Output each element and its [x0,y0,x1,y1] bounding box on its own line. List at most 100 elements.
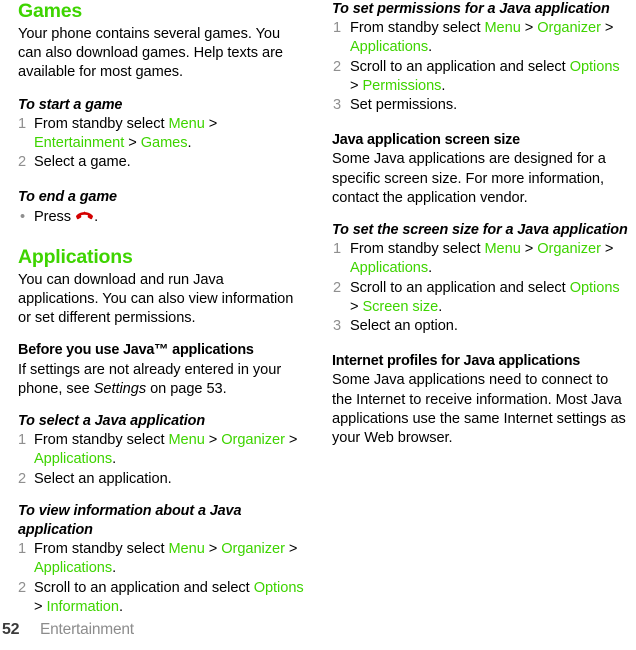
internet-profiles-paragraph: Some Java applications need to connect t… [332,372,626,447]
subheading-before-you-use-java: Before you use Java™ applications [18,342,254,359]
steps-end-game: • Press . [18,208,306,227]
step-text: > [350,298,363,315]
step-text: . [428,39,433,56]
list-item: 2 Scroll to an application and select Opt… [332,58,630,96]
step-text: . [112,451,117,468]
before-java-text-after: on page 53. [146,380,227,397]
step-number: 1 [18,432,27,449]
task-heading-set-screen-size: To set the screen size for a Java applic… [332,222,628,239]
step-text: Select an application. [34,470,172,487]
step-text: > [520,241,538,258]
step-text: From standby select [34,115,169,132]
steps-view-java-info: 1 From standby select Menu > Organizer > … [18,540,306,617]
menu-path-item: Options [569,58,620,75]
step-number: 1 [333,241,342,258]
step-text: . [441,77,446,94]
step-text: > [600,241,614,258]
step-text: . [118,598,123,615]
step-number: 2 [18,154,27,171]
before-java-paragraph: If settings are not already entered in y… [18,361,306,399]
left-column: Games Your phone contains several games.… [0,0,318,617]
list-item: 3 Set permissions. [332,96,630,115]
list-item: 1 From standby select Menu > Organizer > … [18,431,306,469]
step-text: > [284,432,298,449]
list-item: 1 From standby select Menu > Organizer > … [18,540,306,578]
menu-path-item: Options [253,579,304,596]
menu-path-item: Organizer [537,20,601,37]
menu-path-item: Applications [350,39,429,56]
step-text: From standby select [34,432,169,449]
step-text: From standby select [350,241,485,258]
menu-path-item: Applications [350,260,429,277]
end-call-icon [76,209,94,220]
before-java-text-italic: Settings [93,380,147,397]
step-number: 1 [18,115,27,132]
applications-intro-paragraph: You can download and run Java applicatio… [18,271,294,327]
step-text: Select a game. [34,154,131,171]
task-heading-end-game: To end a game [18,189,117,206]
steps-select-java-application: 1 From standby select Menu > Organizer > … [18,431,306,489]
step-text: > [204,115,218,132]
section-heading-games: Games [18,0,83,22]
steps-set-permissions: 1 From standby select Menu > Organizer > … [332,19,630,115]
step-number: 2 [333,58,342,75]
page-number: 52 [2,621,20,638]
step-text: > [34,598,47,615]
task-heading-set-permissions: To set permissions for a Java applicatio… [332,1,610,17]
step-text: . [112,560,117,577]
task-heading-select-java-application: To select a Java application [18,413,206,430]
step-text: Scroll to an application and select [350,279,570,296]
list-item: • Press . [18,208,306,227]
section-heading-applications: Applications [18,245,133,268]
list-item: 1 From standby select Menu > Organizer > … [332,19,630,57]
menu-path-item: Menu [168,432,205,449]
step-text: Scroll to an application and select [350,58,570,75]
java-screen-size-paragraph: Some Java applications are designed for … [332,151,606,206]
task-heading-start-game: To start a game [18,96,123,113]
steps-start-game: 1 From standby select Menu > Entertainmen… [18,115,306,173]
step-text: > [204,541,222,558]
task-heading-view-java-info: To view information about a Java applica… [18,502,242,539]
step-number: 2 [18,579,27,596]
steps-set-screen-size: 1 From standby select Menu > Organizer > … [332,240,630,336]
menu-path-item: Menu [484,241,521,258]
menu-path-item: Entertainment [34,135,125,152]
step-text: From standby select [350,20,485,37]
menu-path-item: Menu [484,20,521,37]
step-text: . [428,260,433,277]
step-text: From standby select [34,541,169,558]
step-text: Set permissions. [350,97,458,114]
end-game-text-prefix: Press [34,208,76,225]
list-item: 2 Scroll to an application and select Opt… [18,579,306,617]
step-text: . [187,135,192,152]
page-columns: Games Your phone contains several games.… [0,0,636,617]
list-item: 2 Select a game. [18,153,306,172]
menu-path-item: Menu [168,115,205,132]
step-number: 2 [333,279,342,296]
menu-path-item: Applications [34,560,113,577]
subheading-java-screen-size: Java application screen size [332,132,520,149]
menu-path-item: Options [569,279,620,296]
games-intro-paragraph: Your phone contains several games. You c… [18,26,283,81]
menu-path-item: Screen size [362,298,439,315]
menu-path-item: Organizer [221,432,285,449]
step-number: 3 [333,97,342,114]
manual-page: Games Your phone contains several games.… [0,0,636,650]
step-text: . [438,298,443,315]
step-text: > [124,135,141,152]
step-text: Select an option. [350,318,458,335]
list-item: 3 Select an option. [332,317,630,336]
menu-path-item: Games [140,135,188,152]
step-text: > [350,77,363,94]
step-text: > [520,20,538,37]
bullet-marker: • [20,208,26,225]
step-text: > [284,541,298,558]
